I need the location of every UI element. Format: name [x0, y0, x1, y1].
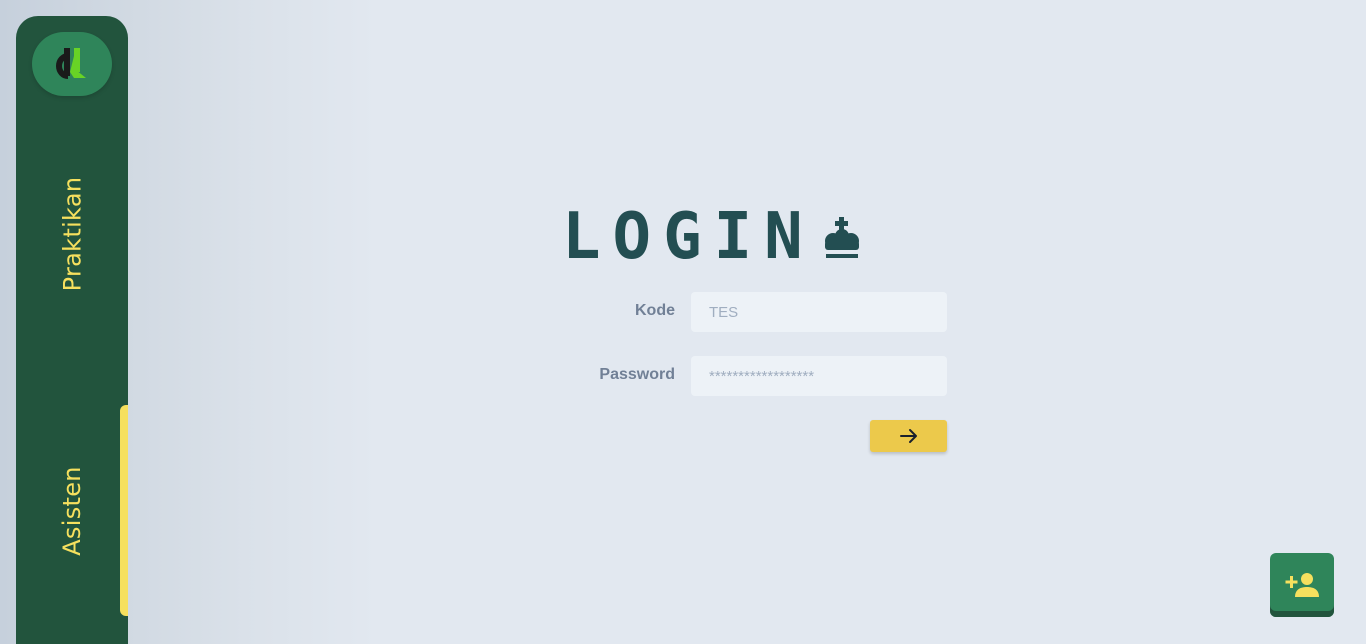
sidebar: Praktikan Asisten	[16, 16, 128, 644]
add-user-button[interactable]	[1270, 553, 1334, 617]
kode-input[interactable]	[691, 292, 947, 332]
arrow-right-icon	[899, 429, 917, 443]
page-title: LOGIN	[562, 200, 815, 274]
crown-icon	[824, 217, 859, 258]
app-logo[interactable]	[32, 32, 112, 96]
logo-icon	[56, 48, 86, 79]
password-label: Password	[599, 366, 675, 383]
sidebar-item-label: Praktikan	[58, 176, 87, 292]
login-submit-button[interactable]	[870, 420, 947, 452]
kode-label: Kode	[635, 302, 675, 319]
login-header: LOGIN	[562, 202, 861, 272]
sidebar-item-praktikan[interactable]: Praktikan	[16, 134, 128, 334]
password-input[interactable]	[691, 356, 947, 396]
sidebar-item-asisten[interactable]: Asisten	[16, 406, 128, 616]
sidebar-item-label: Asisten	[58, 466, 86, 556]
user-plus-icon	[1285, 573, 1319, 597]
